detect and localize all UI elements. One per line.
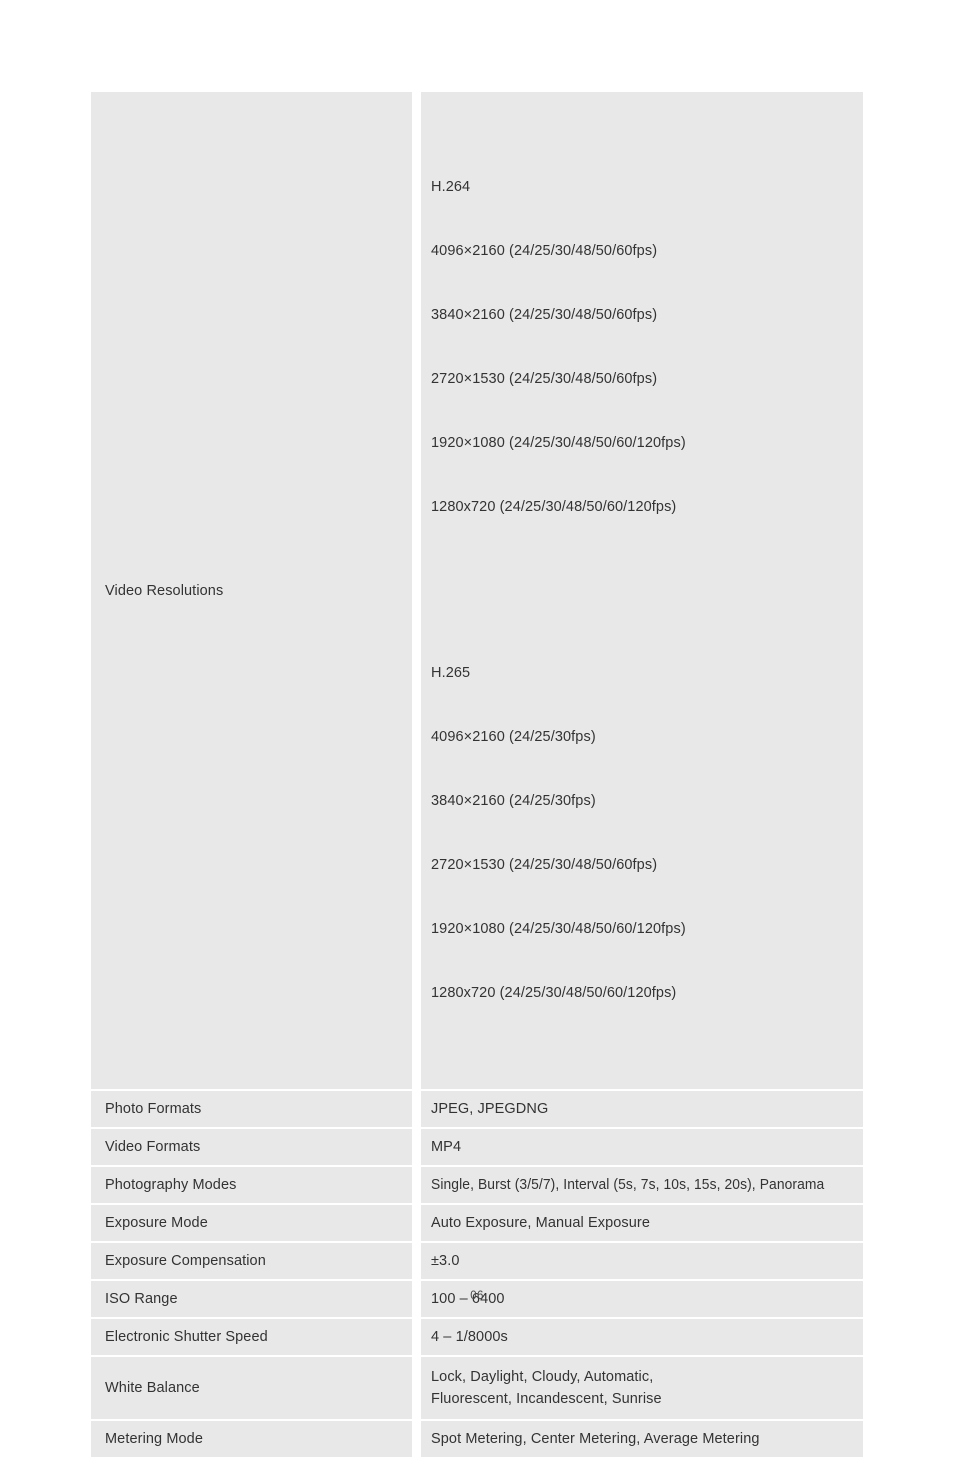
table-row: Photography Modes Single, Burst (3/5/7),… <box>91 1167 863 1204</box>
spec-value-cell: Spot Metering, Center Metering, Average … <box>421 1421 863 1458</box>
spec-label: Exposure Mode <box>105 1215 208 1232</box>
codec-name: H.264 <box>431 179 471 196</box>
table-row: Photo Formats JPEG, JPEGDNG <box>91 1091 863 1128</box>
table-row: Video Resolutions H.264 4096×2160 (24/25… <box>91 92 863 1090</box>
codec-group-h264: H.264 4096×2160 (24/25/30/48/50/60fps) 3… <box>431 135 686 561</box>
video-resolutions-value: H.264 4096×2160 (24/25/30/48/50/60fps) 3… <box>431 92 686 1089</box>
spec-value: ±3.0 <box>431 1252 460 1269</box>
spec-label-cell: Exposure Compensation <box>91 1243 412 1280</box>
codec-line: 3840×2160 (24/25/30fps) <box>431 793 596 809</box>
spec-label: Electronic Shutter Speed <box>105 1329 268 1346</box>
spec-label-cell: White Balance <box>91 1357 412 1420</box>
spec-label-cell: Exposure Mode <box>91 1205 412 1242</box>
codec-line: 1920×1080 (24/25/30/48/50/60/120fps) <box>431 920 686 937</box>
table-row: Exposure Compensation ±3.0 <box>91 1243 863 1280</box>
spec-label-cell: Video Resolutions <box>91 92 412 1090</box>
codec-line: 1280x720 (24/25/30/48/50/60/120fps) <box>431 498 677 515</box>
spec-label-cell: Video Formats <box>91 1129 412 1166</box>
table-row: Metering Mode Spot Metering, Center Mete… <box>91 1421 863 1458</box>
spec-value: JPEG, JPEGDNG <box>431 1100 549 1117</box>
spec-value-cell: JPEG, JPEGDNG <box>421 1091 863 1128</box>
spec-value-cell: Lock, Daylight, Cloudy, Automatic, Fluor… <box>421 1357 863 1420</box>
spec-value-cell: ±3.0 <box>421 1243 863 1280</box>
specification-table: Video Resolutions H.264 4096×2160 (24/25… <box>91 92 863 1459</box>
table-row: Video Formats MP4 <box>91 1129 863 1166</box>
spec-value: MP4 <box>431 1138 462 1155</box>
spec-value: Auto Exposure, Manual Exposure <box>431 1214 651 1231</box>
codec-name: H.265 <box>431 665 471 682</box>
spec-label-cell: Photo Formats <box>91 1091 412 1128</box>
codec-line: 4096×2160 (24/25/30fps) <box>431 729 596 746</box>
codec-line: 1280x720 (24/25/30/48/50/60/120fps) <box>431 984 677 1001</box>
spec-label: White Balance <box>105 1380 200 1397</box>
specification-page: Video Resolutions H.264 4096×2160 (24/25… <box>0 0 954 1458</box>
codec-line: 4096×2160 (24/25/30/48/50/60fps) <box>431 243 658 260</box>
codec-line: 2720×1530 (24/25/30/48/50/60fps) <box>431 371 658 388</box>
spec-value-cell: H.264 4096×2160 (24/25/30/48/50/60fps) 3… <box>421 92 863 1090</box>
spec-label: Video Formats <box>105 1139 201 1156</box>
spec-value-cell: Single, Burst (3/5/7), Interval (5s, 7s,… <box>421 1167 863 1204</box>
spec-label: Metering Mode <box>105 1431 204 1448</box>
codec-group-h265: H.265 4096×2160 (24/25/30fps) 3840×2160 … <box>431 621 686 1047</box>
spec-value: Spot Metering, Center Metering, Average … <box>431 1430 760 1447</box>
codec-line: 1920×1080 (24/25/30/48/50/60/120fps) <box>431 435 686 451</box>
spec-label-cell: Photography Modes <box>91 1167 412 1204</box>
spec-value: Single, Burst (3/5/7), Interval (5s, 7s,… <box>431 1177 825 1194</box>
spec-value-cell: Auto Exposure, Manual Exposure <box>421 1205 863 1242</box>
table-row: Exposure Mode Auto Exposure, Manual Expo… <box>91 1205 863 1242</box>
codec-line: 3840×2160 (24/25/30/48/50/60fps) <box>431 307 658 324</box>
spec-value: Lock, Daylight, Cloudy, Automatic, Fluor… <box>431 1368 662 1408</box>
codec-line: 2720×1530 (24/25/30/48/50/60fps) <box>431 856 658 873</box>
spec-label: Photography Modes <box>105 1177 237 1194</box>
spec-label-cell: Metering Mode <box>91 1421 412 1458</box>
spec-value-cell: MP4 <box>421 1129 863 1166</box>
page-number: 06 <box>470 1290 484 1302</box>
table-row: White Balance Lock, Daylight, Cloudy, Au… <box>91 1357 863 1420</box>
spec-label: Photo Formats <box>105 1101 202 1118</box>
spec-label: Exposure Compensation <box>105 1253 266 1270</box>
spec-label: Video Resolutions <box>105 582 224 599</box>
spec-value: 4 – 1/8000s <box>431 1328 508 1345</box>
